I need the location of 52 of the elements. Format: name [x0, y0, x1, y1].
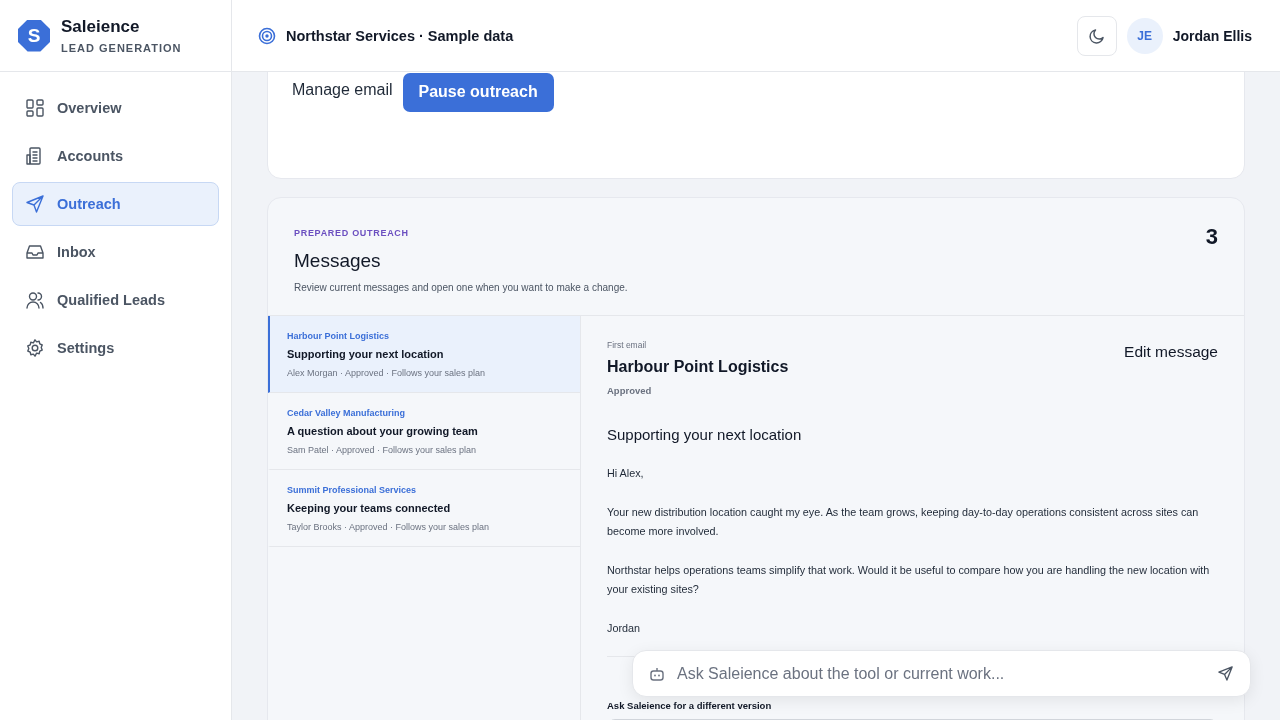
message-item[interactable]: Summit Professional Services Keeping your teams connected Taylor Brooks · Approved · Follows your sales plan — [268, 470, 580, 547]
email-paragraph: Hi Alex, — [607, 466, 645, 481]
message-subject: Keeping your teams connected — [287, 502, 452, 514]
message-meta: Taylor Brooks · Approved · Follows your sales plan — [287, 522, 491, 532]
message-item[interactable]: Harbour Point Logistics Supporting your next location Alex Morgan · Approved · Follows your sales plan — [268, 316, 580, 393]
sidebar-item[interactable]: Qualified Leads — [12, 278, 219, 322]
settings-icon — [25, 338, 45, 358]
message-company: Summit Professional Services — [287, 485, 418, 495]
send-icon[interactable] — [1217, 665, 1234, 682]
email-paragraph: Jordan — [607, 621, 641, 636]
send-icon — [25, 194, 45, 214]
workspace-name: Northstar Services · Sample data — [286, 27, 514, 44]
control-label: Manage email — [292, 81, 393, 99]
app-logo: S — [18, 19, 50, 52]
sidebar-item[interactable]: Accounts — [12, 134, 219, 178]
field-label: Ask Saleience for a different version — [607, 700, 772, 711]
email-company: Harbour Point Logistics — [607, 358, 789, 376]
chat-input[interactable]: Ask Saleience about the tool or current work... — [677, 664, 1205, 683]
chat-input-field[interactable]: Ask Saleience about the tool or current work... — [632, 650, 1251, 697]
section-title: Messages — [294, 250, 382, 272]
app-name: Saleience — [61, 17, 141, 37]
sidebar-item[interactable]: Settings — [12, 326, 219, 370]
sidebar-item[interactable]: Overview — [12, 86, 219, 130]
user-avatar[interactable]: JE — [1126, 17, 1163, 54]
email-step: First email — [607, 340, 789, 350]
message-item[interactable]: Cedar Valley Manufacturing A question about your growing team Sam Patel · Approved · Follows your sales plan — [268, 393, 580, 470]
user-name: Jordan Ellis — [1172, 27, 1252, 44]
message-company: Cedar Valley Manufacturing — [287, 408, 407, 418]
theme-toggle-button[interactable] — [1076, 15, 1117, 56]
grid-icon — [25, 98, 45, 118]
sidebar-item[interactable]: Inbox — [12, 230, 219, 274]
email-subject: Supporting your next location — [607, 426, 803, 443]
message-count: 3 — [1205, 224, 1218, 251]
message-meta: Sam Patel · Approved · Follows your sales plan — [287, 445, 478, 455]
section-eyebrow: PREPARED OUTREACH — [294, 228, 410, 238]
target-icon — [258, 26, 276, 45]
sidebar-item[interactable]: Outreach — [12, 182, 219, 226]
message-company: Harbour Point Logistics — [287, 331, 390, 341]
message-subject: A question about your growing team — [287, 425, 479, 437]
edit-message-button[interactable]: Edit message — [1124, 343, 1218, 361]
email-status: Approved — [607, 385, 653, 396]
moon-icon — [1087, 26, 1106, 45]
inbox-icon — [25, 242, 45, 262]
email-paragraph: Your new distribution location caught my eye. As the team grows, keeping day-to-day operations consistent across sites can become more involved. — [607, 505, 1200, 539]
app-subtitle: LEAD GENERATION — [61, 42, 182, 54]
robot-icon — [649, 665, 665, 682]
users-icon — [25, 290, 45, 310]
pause-outreach-button[interactable]: Pause outreach — [402, 73, 554, 112]
section-description: Review current messages and open one when you want to make a change. — [294, 282, 628, 293]
message-meta: Alex Morgan · Approved · Follows your sales plan — [287, 368, 487, 378]
message-subject: Supporting your next location — [287, 348, 445, 360]
email-paragraph: Northstar helps operations teams simplify that work. Would it be useful to compare how you are handling the new location with your existing sites? — [607, 563, 1211, 597]
